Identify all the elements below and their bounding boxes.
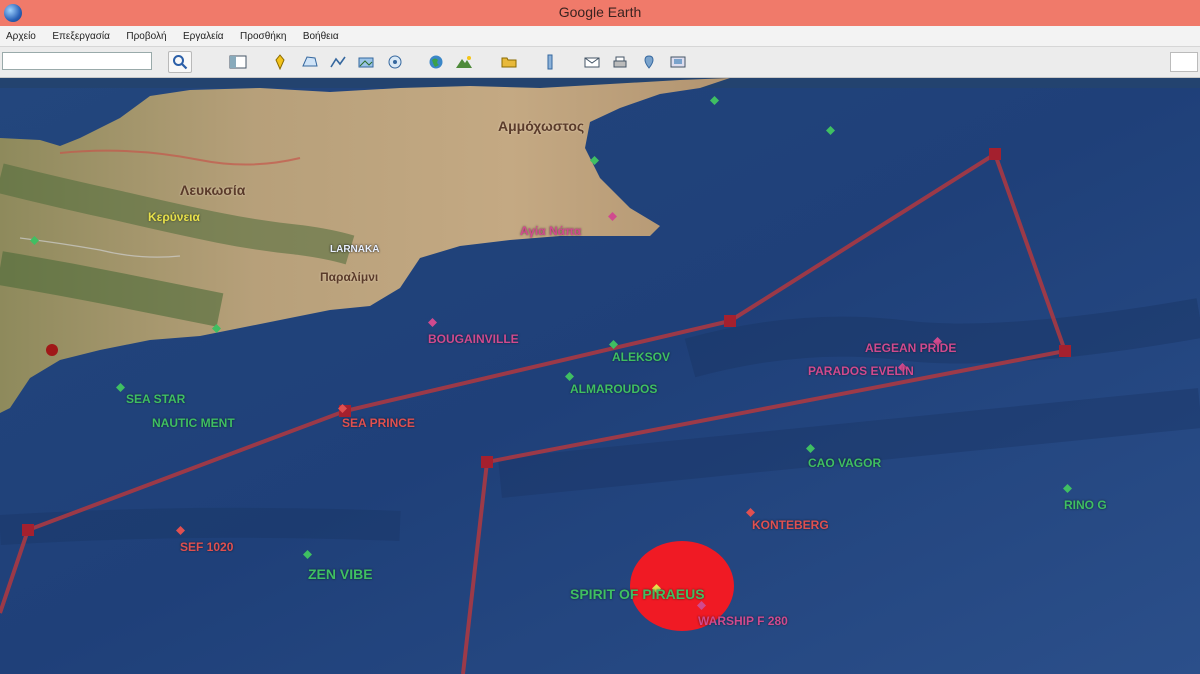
ship-marker-icon[interactable]	[565, 372, 574, 381]
add-placemark-button[interactable]	[268, 51, 292, 73]
ship-marker-icon[interactable]	[338, 404, 347, 413]
window-control[interactable]	[1170, 52, 1198, 72]
place-label: Παραλίμνι	[320, 270, 379, 284]
save-image-button[interactable]	[666, 51, 690, 73]
record-tour-button[interactable]	[383, 51, 407, 73]
place-label: Αγία Νάπα	[520, 224, 582, 238]
ship-label: RINO G	[1064, 498, 1107, 512]
ship-marker-icon[interactable]	[710, 96, 719, 105]
place-label: Κερύνεια	[148, 210, 200, 224]
ship-label: PARADOS EVELIN	[808, 364, 914, 378]
map-canvas	[0, 78, 1200, 674]
ship-marker-icon[interactable]	[608, 212, 617, 221]
email-icon	[584, 57, 600, 68]
image-overlay-icon	[358, 57, 374, 68]
print-button[interactable]	[608, 51, 632, 73]
ship-marker-icon[interactable]	[609, 340, 618, 349]
ship-marker-icon[interactable]	[30, 236, 39, 245]
ship-marker-icon[interactable]	[116, 383, 125, 392]
search-button[interactable]	[168, 51, 192, 73]
mountain-icon	[456, 56, 472, 68]
place-label: LARNAKA	[330, 244, 380, 255]
polygon-icon	[302, 56, 318, 67]
placemark-icon	[275, 54, 285, 70]
ship-marker-icon[interactable]	[303, 550, 312, 559]
ship-marker-icon[interactable]	[697, 601, 706, 610]
ship-label: BOUGAINVILLE	[428, 332, 519, 346]
place-label: Λευκωσία	[180, 182, 246, 198]
ship-marker-icon[interactable]	[176, 526, 185, 535]
save-image-icon	[670, 56, 686, 68]
folder-icon	[501, 57, 517, 68]
menu-help[interactable]: Βοήθεια	[297, 27, 345, 47]
add-path-button[interactable]	[326, 51, 350, 73]
sunlight-button[interactable]	[424, 51, 448, 73]
ship-marker-icon[interactable]	[590, 156, 599, 165]
ruler-button[interactable]	[538, 51, 562, 73]
image-overlay-button[interactable]	[354, 51, 378, 73]
maps-icon	[644, 55, 654, 69]
ship-marker-icon[interactable]	[428, 318, 437, 327]
menu-tools[interactable]: Εργαλεία	[177, 27, 230, 47]
map-viewport[interactable]: Αμμόχωστος Λευκωσία Κερύνεια LARNAKA Αγί…	[0, 78, 1200, 674]
menu-file[interactable]: Αρχείο	[0, 27, 42, 47]
ship-label: SEF 1020	[180, 540, 234, 554]
tour-icon	[388, 55, 402, 69]
ship-marker-icon[interactable]	[1063, 484, 1072, 493]
ship-label: ALMAROUDOS	[570, 382, 658, 396]
ship-label: NAUTIC MENT	[152, 416, 235, 430]
menu-bar: Αρχείο Επεξεργασία Προβολή Εργαλεία Προσ…	[0, 26, 1200, 47]
planets-button[interactable]	[497, 51, 521, 73]
ship-marker-icon[interactable]	[806, 444, 815, 453]
menu-edit[interactable]: Επεξεργασία	[46, 27, 116, 47]
ship-marker-icon[interactable]	[826, 126, 835, 135]
ruler-icon	[547, 54, 553, 70]
ship-label: ZEN VIBE	[308, 566, 373, 582]
ship-label: ALEKSOV	[612, 350, 671, 364]
sidebar-icon	[229, 55, 247, 69]
ship-label: WARSHIP F 280	[698, 614, 788, 628]
ship-label: CAO VAGOR	[808, 456, 882, 470]
sky-button[interactable]	[452, 51, 476, 73]
title-bar: Google Earth	[0, 0, 1200, 26]
ship-label: SEA STAR	[126, 392, 186, 406]
ship-label: KONTEBERG	[752, 518, 829, 532]
earth-globe-icon	[429, 55, 443, 69]
search-input[interactable]	[2, 52, 152, 70]
ship-marker-icon[interactable]	[212, 324, 221, 333]
toolbar	[0, 47, 1200, 78]
email-button[interactable]	[580, 51, 604, 73]
view-in-maps-button[interactable]	[637, 51, 661, 73]
path-icon	[330, 56, 346, 68]
ship-label: SEA PRINCE	[342, 416, 415, 430]
ship-marker-icon[interactable]	[746, 508, 755, 517]
print-icon	[613, 56, 627, 68]
ship-label: AEGEAN PRIDE	[865, 341, 957, 355]
window-title: Google Earth	[558, 4, 642, 20]
menu-add[interactable]: Προσθήκη	[234, 27, 292, 47]
menu-view[interactable]: Προβολή	[120, 27, 172, 47]
search-icon	[173, 55, 188, 70]
place-label: Αμμόχωστος	[498, 118, 585, 134]
sidebar-button[interactable]	[226, 51, 250, 73]
add-polygon-button[interactable]	[298, 51, 322, 73]
ship-label: SPIRIT OF PIRAEUS	[570, 586, 705, 602]
